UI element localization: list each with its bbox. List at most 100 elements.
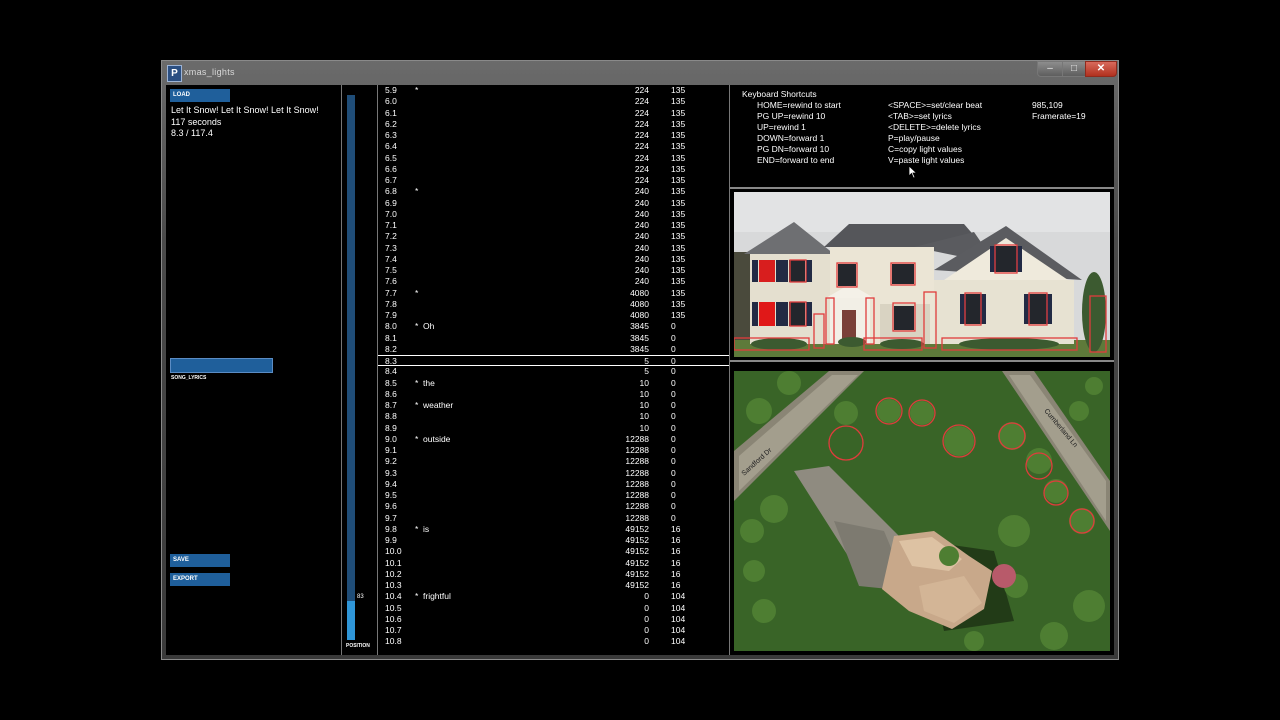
row-light-value-1: 10 [639, 377, 649, 388]
framerate: Framerate=19 [1032, 111, 1086, 121]
timeline-row[interactable]: 6.8 * 240 135 [378, 186, 729, 197]
row-time: 7.9 [385, 310, 397, 320]
timeline-row[interactable]: 6.5 224 135 [378, 153, 729, 164]
row-time: 9.6 [385, 501, 397, 512]
house-photo[interactable] [734, 192, 1110, 357]
timeline-row[interactable]: 6.7 224 135 [378, 175, 729, 186]
row-light-value-2: 0 [671, 456, 676, 467]
row-light-value-1: 240 [634, 208, 649, 219]
timeline-rows: 5.9 * 224 135 6.0 224 135 6.1 224 135 6.2 224 135 6.3… [378, 85, 729, 648]
row-light-value-1: 12288 [625, 490, 649, 500]
timeline-row[interactable]: 8.4 5 0 [378, 366, 729, 377]
minimize-button[interactable]: – [1037, 61, 1063, 77]
row-light-value-1: 12288 [625, 456, 649, 467]
row-light-value-1: 224 [634, 85, 649, 95]
timeline-row[interactable]: 7.0 240 135 [378, 209, 729, 220]
timeline-row[interactable]: 9.8 * is 49152 16 [378, 524, 729, 535]
row-light-value-2: 135 [671, 163, 686, 174]
timeline-row[interactable]: 8.0 * Oh 3845 0 [378, 321, 729, 332]
shortcut-paste: V=paste light values [888, 155, 965, 165]
timeline-row[interactable]: 10.8 0 104 [378, 636, 729, 647]
timeline-row[interactable]: 7.7 * 4080 135 [378, 288, 729, 299]
timeline-row[interactable]: 6.0 224 135 [378, 96, 729, 107]
timeline-row[interactable]: 6.3 224 135 [378, 130, 729, 141]
timeline-row[interactable]: 9.6 12288 0 [378, 501, 729, 512]
timeline-row[interactable]: 9.9 49152 16 [378, 535, 729, 546]
row-light-value-1: 49152 [625, 546, 649, 557]
title-bar[interactable]: P xmas_lights – □ ✕ [162, 61, 1118, 87]
timeline-row[interactable]: 7.4 240 135 [378, 254, 729, 265]
shortcuts-title: Keyboard Shortcuts [742, 89, 817, 99]
row-light-value-2: 135 [671, 231, 686, 242]
song-lyrics-input[interactable] [170, 358, 273, 373]
timeline-row[interactable]: 10.7 0 104 [378, 625, 729, 636]
row-light-value-1: 4080 [630, 298, 649, 309]
timeline-row[interactable]: 9.1 12288 0 [378, 445, 729, 456]
row-light-value-2: 16 [671, 523, 681, 534]
timeline-row[interactable]: 8.1 3845 0 [378, 333, 729, 344]
timeline-row[interactable]: 10.3 49152 16 [378, 580, 729, 591]
timeline-row[interactable]: 8.5 * the 10 0 [378, 378, 729, 389]
timeline-row[interactable]: 5.9 * 224 135 [378, 85, 729, 96]
row-light-value-1: 12288 [625, 433, 649, 444]
timeline-row[interactable]: 9.7 12288 0 [378, 513, 729, 524]
row-time: 8.9 [385, 422, 397, 433]
row-light-value-1: 224 [634, 152, 649, 163]
row-light-value-2: 0 [671, 445, 676, 455]
timeline-row[interactable]: 9.3 12288 0 [378, 468, 729, 479]
timeline-row[interactable]: 7.6 240 135 [378, 276, 729, 287]
load-button[interactable]: LOAD [170, 89, 230, 102]
timeline-row[interactable]: 6.4 224 135 [378, 141, 729, 152]
row-time: 5.9 [385, 85, 397, 95]
timeline-list[interactable]: 5.9 * 224 135 6.0 224 135 6.1 224 135 6.2 224 135 6.3… [378, 85, 730, 655]
timeline-row-selected[interactable]: 8.3 5 0 [378, 355, 729, 367]
row-light-value-1: 49152 [625, 535, 649, 545]
timeline-row[interactable]: 8.8 10 0 [378, 411, 729, 422]
row-light-value-2: 16 [671, 535, 681, 545]
row-light-value-1: 240 [634, 220, 649, 230]
row-time: 10.7 [385, 625, 402, 635]
control-panel: LOAD Let It Snow! Let It Snow! Let It Sn… [166, 85, 342, 655]
maximize-button[interactable]: □ [1062, 61, 1086, 77]
timeline-row[interactable]: 10.5 0 104 [378, 603, 729, 614]
row-light-value-1: 49152 [625, 523, 649, 534]
aerial-map-photo[interactable]: Sandford Dr Cumberland Ln [734, 371, 1110, 651]
row-light-value-1: 240 [634, 253, 649, 264]
timeline-row[interactable]: 8.2 3845 0 [378, 344, 729, 355]
timeline-row[interactable]: 7.9 4080 135 [378, 310, 729, 321]
position-slider-label: POSITION [346, 643, 370, 649]
timeline-row[interactable]: 8.7 * weather 10 0 [378, 400, 729, 411]
row-light-value-2: 135 [671, 197, 686, 208]
timeline-row[interactable]: 7.3 240 135 [378, 243, 729, 254]
timeline-row[interactable]: 6.6 224 135 [378, 164, 729, 175]
song-title: Let It Snow! Let It Snow! Let It Snow! [171, 105, 319, 115]
close-button[interactable]: ✕ [1085, 61, 1117, 77]
row-light-value-2: 0 [671, 422, 676, 433]
timeline-row[interactable]: 9.4 12288 0 [378, 479, 729, 490]
timeline-row[interactable]: 9.2 12288 0 [378, 456, 729, 467]
timeline-row[interactable]: 9.0 * outside 12288 0 [378, 434, 729, 445]
timeline-row[interactable]: 8.6 10 0 [378, 389, 729, 400]
timeline-row[interactable]: 10.0 49152 16 [378, 546, 729, 557]
timeline-row[interactable]: 6.9 240 135 [378, 198, 729, 209]
timeline-row[interactable]: 10.1 49152 16 [378, 558, 729, 569]
row-time: 7.3 [385, 242, 397, 253]
save-button[interactable]: SAVE [170, 554, 230, 567]
row-light-value-2: 135 [671, 220, 686, 230]
timeline-row[interactable]: 10.6 0 104 [378, 614, 729, 625]
timeline-row[interactable]: 10.4 * frightful 0 104 [378, 591, 729, 602]
row-beat-marker: * [415, 433, 419, 444]
timeline-row[interactable]: 7.2 240 135 [378, 231, 729, 242]
timeline-row[interactable]: 6.1 224 135 [378, 108, 729, 119]
timeline-row[interactable]: 10.2 49152 16 [378, 569, 729, 580]
timeline-row[interactable]: 7.8 4080 135 [378, 299, 729, 310]
row-time: 7.7 [385, 287, 397, 298]
row-light-value-1: 49152 [625, 568, 649, 579]
timeline-row[interactable]: 6.2 224 135 [378, 119, 729, 130]
timeline-row[interactable]: 9.5 12288 0 [378, 490, 729, 501]
timeline-row[interactable]: 8.9 10 0 [378, 423, 729, 434]
timeline-row[interactable]: 7.5 240 135 [378, 265, 729, 276]
export-button[interactable]: EXPORT [170, 573, 230, 586]
position-slider[interactable] [347, 95, 355, 640]
timeline-row[interactable]: 7.1 240 135 [378, 220, 729, 231]
